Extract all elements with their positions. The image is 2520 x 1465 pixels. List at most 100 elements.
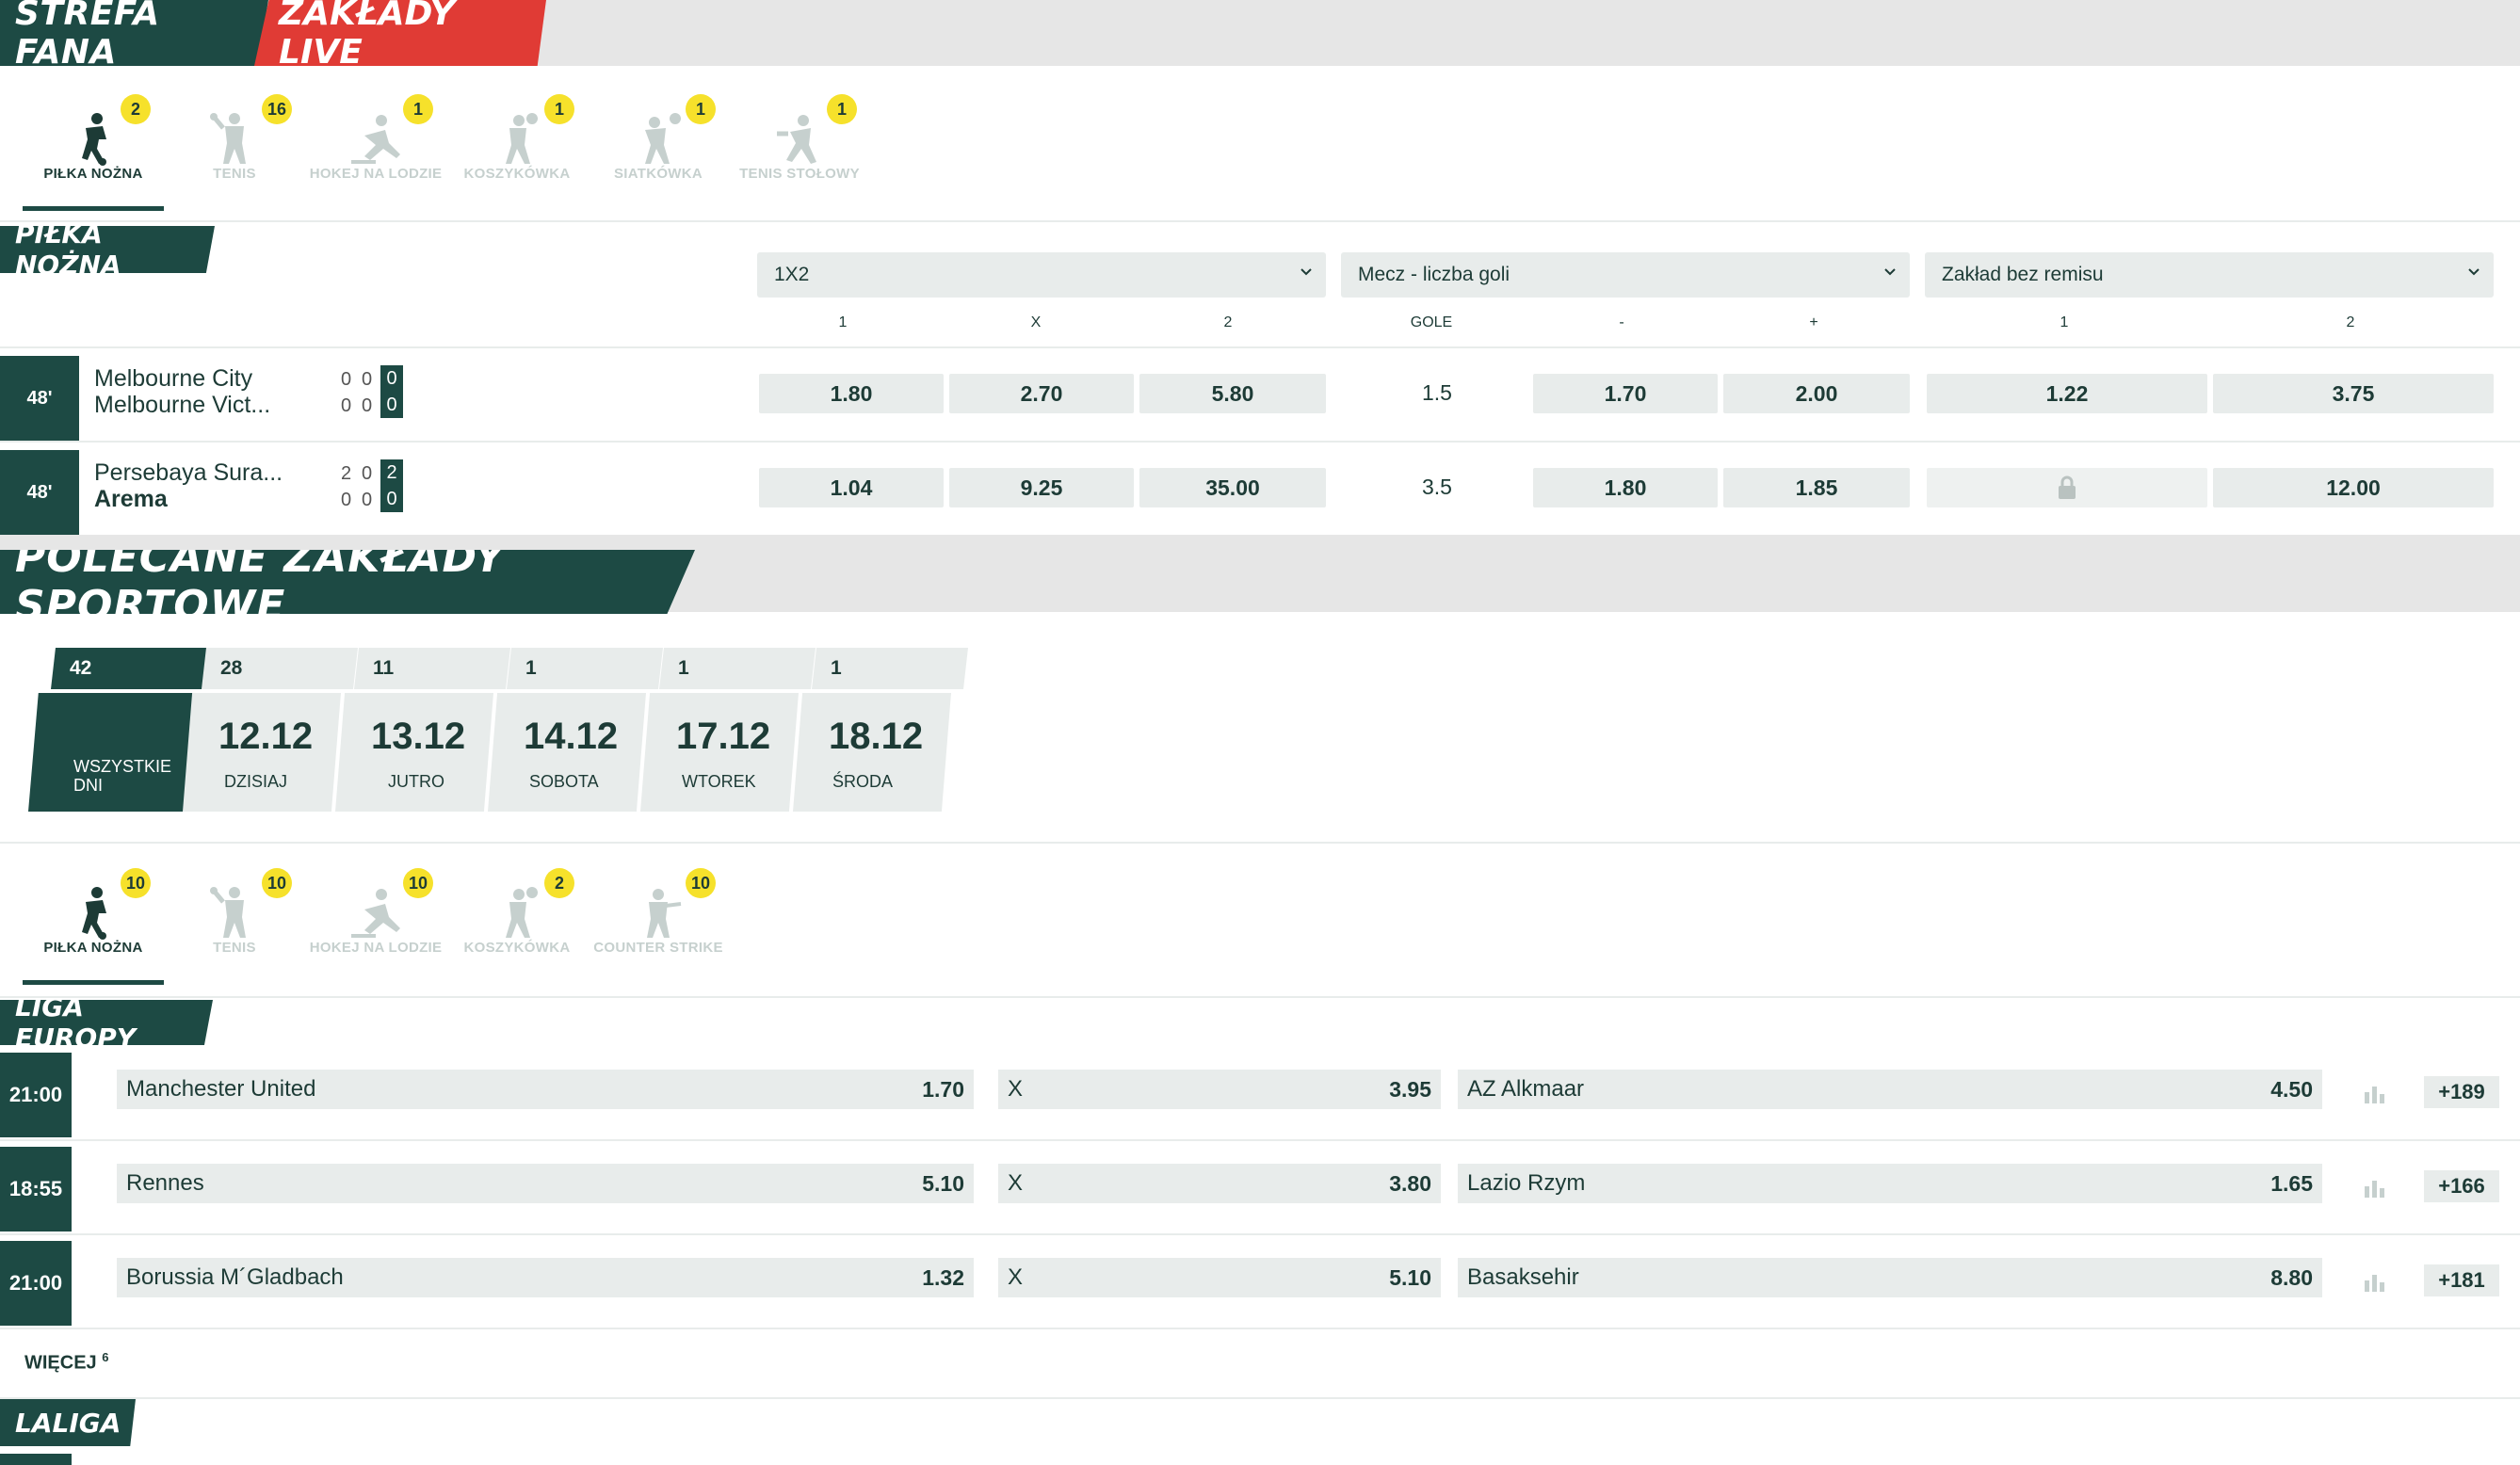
odd-button[interactable]: 12.00 [2213, 468, 2494, 507]
day-tab[interactable]: 12.12 DZISIAJ [183, 693, 341, 812]
away-half-score: 0 [341, 490, 352, 510]
col-head-2: 2 [1223, 314, 1233, 330]
day-date: 12.12 [218, 716, 314, 757]
show-more-link[interactable]: WIĘCEJ 6 [24, 1350, 108, 1375]
stats-icon[interactable] [2362, 1269, 2386, 1294]
day-count[interactable]: 11 [354, 648, 510, 689]
odd-button[interactable]: 35.00 [1139, 468, 1326, 507]
team-name: Borussia M´Gladbach [126, 1264, 344, 1290]
divider [0, 842, 2520, 844]
stats-icon[interactable] [2362, 1081, 2386, 1105]
show-more-label: WIĘCEJ [24, 1352, 97, 1374]
draw-label: X [1008, 1170, 1024, 1196]
basketball-player-icon [506, 113, 538, 164]
divider [0, 1328, 2520, 1329]
odd-button[interactable]: 1.85 [1723, 468, 1910, 507]
rec-sport-ice-hockey[interactable]: 10 HOKEJ NA LODZIE [305, 868, 446, 972]
day-count[interactable]: 1 [507, 648, 663, 689]
home-pick[interactable]: Rennes 5.10 [117, 1164, 974, 1203]
select-value: Mecz - liczba goli [1358, 264, 1510, 285]
col-head-1: 1 [838, 314, 848, 330]
home-half-score: 0 [362, 463, 373, 484]
football-player-icon [82, 113, 106, 166]
market-select-draw-no-bet[interactable]: Zakład bez remisu [1925, 252, 2494, 298]
col-head-goals: GOLE [1410, 314, 1453, 330]
day-tab[interactable]: 17.12 WTOREK [640, 693, 799, 812]
away-team[interactable]: Arema [94, 486, 168, 513]
home-pick[interactable]: Manchester United 1.70 [117, 1070, 974, 1109]
team-name: Lazio Rzym [1467, 1170, 1586, 1196]
home-team[interactable]: Persebaya Sura... [94, 459, 283, 487]
day-tab[interactable]: 13.12 JUTRO [335, 693, 493, 812]
home-team[interactable]: Melbourne City [94, 365, 252, 393]
match-time: 21:00 [0, 1053, 72, 1137]
away-pick[interactable]: Basaksehir 8.80 [1458, 1258, 2322, 1297]
home-pick[interactable]: Borussia M´Gladbach 1.32 [117, 1258, 974, 1297]
day-count[interactable]: 1 [659, 648, 816, 689]
market-select-goals[interactable]: Mecz - liczba goli [1341, 252, 1910, 298]
odd-value: 3.95 [1389, 1076, 1431, 1102]
match-time [0, 1454, 72, 1465]
odd-button[interactable]: 3.75 [2213, 374, 2494, 413]
rec-sport-tennis[interactable]: 10 TENIS [164, 868, 305, 972]
market-select-1x2[interactable]: 1X2 [757, 252, 1326, 298]
live-sport-basketball[interactable]: 1 KOSZYKÓWKA [446, 94, 588, 198]
day-name: DZISIAJ [224, 772, 288, 791]
draw-pick[interactable]: X 3.95 [998, 1070, 1441, 1109]
away-pick[interactable]: AZ Alkmaar 4.50 [1458, 1070, 2322, 1109]
live-sport-table-tennis[interactable]: 1 TENIS STOŁOWY [729, 94, 870, 198]
day-tab[interactable]: 18.12 ŚRODA [793, 693, 951, 812]
odd-value: 3.80 [1389, 1170, 1431, 1196]
odd-button[interactable]: 2.00 [1723, 374, 1910, 413]
odd-value: 1.65 [2270, 1170, 2313, 1196]
live-sport-ice-hockey[interactable]: 1 HOKEJ NA LODZIE [305, 94, 446, 198]
live-sport-football[interactable]: 2 PIŁKA NOŻNA [23, 94, 164, 211]
draw-pick[interactable]: X 3.80 [998, 1164, 1441, 1203]
sport-label: TENIS STOŁOWY [739, 166, 860, 182]
draw-label: X [1008, 1076, 1024, 1102]
odd-button[interactable]: 1.70 [1533, 374, 1718, 413]
away-team[interactable]: Melbourne Vict... [94, 392, 270, 419]
match-time: 21:00 [0, 1241, 72, 1326]
recommended-title: POLECANE ZAKŁADY SPORTOWE [0, 550, 695, 614]
rec-sport-basketball[interactable]: 2 KOSZYKÓWKA [446, 868, 588, 972]
day-count[interactable]: 28 [202, 648, 358, 689]
goals-line: 1.5 [1422, 380, 1452, 405]
day-count[interactable]: 1 [812, 648, 968, 689]
more-markets-button[interactable]: +181 [2424, 1264, 2499, 1296]
tab-fan-zone[interactable]: STREFA FANA [0, 0, 268, 66]
odd-button[interactable]: 1.80 [759, 374, 944, 413]
day-tab[interactable]: 14.12 SOBOTA [488, 693, 646, 812]
rec-sport-football[interactable]: 10 PIŁKA NOŻNA [23, 868, 164, 985]
odd-button[interactable]: 5.80 [1139, 374, 1326, 413]
odd-button[interactable]: 1.04 [759, 468, 944, 507]
live-count-badge: 1 [403, 94, 433, 124]
sport-label: PIŁKA NOŻNA [43, 166, 143, 182]
draw-pick[interactable]: X 5.10 [998, 1258, 1441, 1297]
chevron-down-icon [1884, 268, 1896, 276]
odd-value: 5.10 [922, 1170, 964, 1196]
select-value: 1X2 [774, 264, 810, 285]
sport-label: TENIS [213, 166, 256, 182]
rec-sport-counter-strike[interactable]: 10 COUNTER STRIKE [588, 868, 729, 972]
live-sport-tennis[interactable]: 16 TENIS [164, 94, 305, 198]
league-title-laliga: LALIGA [0, 1399, 136, 1446]
stats-icon[interactable] [2362, 1175, 2386, 1199]
odd-button[interactable]: 9.25 [949, 468, 1134, 507]
more-markets-button[interactable]: +166 [2424, 1170, 2499, 1202]
day-count[interactable]: 42 [51, 648, 207, 689]
col-head-x: X [1030, 314, 1042, 330]
odd-button[interactable]: 2.70 [949, 374, 1134, 413]
away-pick[interactable]: Lazio Rzym 1.65 [1458, 1164, 2322, 1203]
away-half-score: 0 [341, 395, 352, 416]
more-markets-button[interactable]: +189 [2424, 1076, 2499, 1108]
col-head-over: + [1809, 314, 1818, 330]
tab-live-bets[interactable]: ZAKŁADY LIVE [254, 0, 546, 66]
divider [0, 220, 2520, 222]
odd-button[interactable]: 1.22 [1927, 374, 2207, 413]
day-all[interactable]: WSZYSTKIE DNI [28, 693, 198, 812]
live-sport-volleyball[interactable]: 1 SIATKÓWKA [588, 94, 729, 198]
sport-label: HOKEJ NA LODZIE [309, 166, 443, 182]
draw-label: X [1008, 1264, 1024, 1290]
odd-button[interactable]: 1.80 [1533, 468, 1718, 507]
